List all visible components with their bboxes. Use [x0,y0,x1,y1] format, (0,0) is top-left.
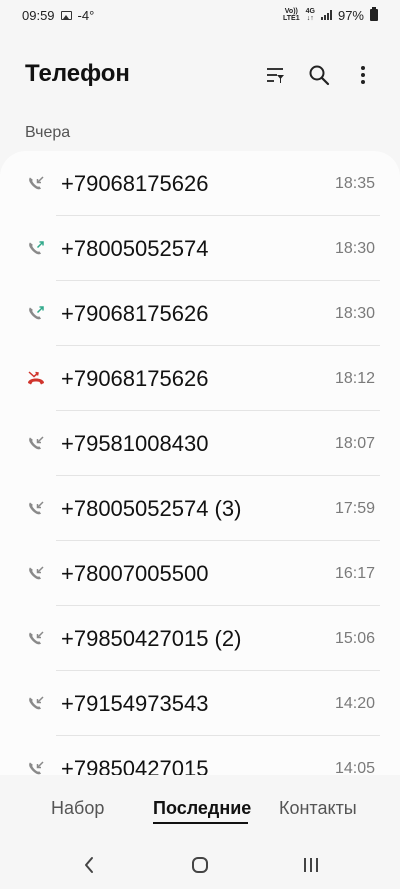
recent-apps-icon-glyph [304,858,318,872]
lte-label: LTE1 [283,15,300,22]
call-log-row[interactable]: +78005052574 (3) 17:59 [0,476,400,541]
call-number: +78007005500 [61,560,209,586]
incoming-call-icon [26,759,46,776]
call-log-row[interactable]: +78007005500 16:17 [0,541,400,606]
call-log-row[interactable]: +78005052574 18:30 [0,216,400,281]
call-time: 18:12 [334,369,375,387]
call-log-row[interactable]: +79068175626 18:12 [0,346,400,411]
outgoing-call-icon [26,239,46,259]
call-number: +79068175626 [61,365,209,391]
header-actions [262,62,376,88]
volte-indicator: Vo)) LTE1 [283,8,300,22]
home-icon[interactable] [185,852,215,878]
status-bar: 09:59 -4° Vo)) LTE1 4G ↓↑ 97% [0,0,400,30]
incoming-call-icon [26,629,46,649]
call-number: +79850427015 (2) [61,625,242,651]
incoming-call-icon [26,174,46,194]
more-icon[interactable] [350,62,376,88]
call-time: 18:30 [334,239,375,257]
call-log-row[interactable]: +79068175626 18:35 [0,151,400,216]
status-temperature: -4° [77,7,95,23]
call-time: 17:59 [334,499,375,517]
filter-icon-glyph [267,68,284,83]
back-icon-glyph [85,857,93,873]
outgoing-call-icon [26,304,46,324]
call-log-list[interactable]: +79068175626 18:35 +78005052574 18:30 +79068… [0,151,400,775]
call-time: 14:05 [334,759,375,776]
call-number: +79154973543 [61,690,209,716]
more-icon-glyph [361,66,365,84]
gallery-notification-icon [60,10,72,20]
status-left: 09:59 -4° [22,8,94,23]
call-time: 18:35 [334,174,375,192]
volte-label: Vo)) [284,8,298,15]
call-time: 15:06 [334,629,375,647]
active-tab-indicator [153,822,248,824]
incoming-call-icon [26,564,46,584]
tab-recents[interactable]: Последние [153,798,251,819]
tab-dialer[interactable]: Набор [51,798,104,819]
call-log-row[interactable]: +79850427015 (2) 15:06 [0,606,400,671]
home-icon-glyph [192,857,208,873]
recent-apps-icon[interactable] [296,852,326,878]
call-number: +79850427015 [61,755,209,776]
missed-call-icon [26,369,46,389]
battery-icon [370,7,378,21]
battery-percent: 97% [337,7,364,23]
call-time: 16:17 [334,564,375,582]
call-number: +78005052574 (3) [61,495,242,521]
call-time: 14:20 [334,694,375,712]
call-number: +79581008430 [61,430,209,456]
call-number: +79068175626 [61,170,209,196]
call-time: 18:30 [334,304,375,322]
system-nav-bar [0,840,400,889]
filter-icon[interactable] [262,62,288,88]
network-label: 4G [305,8,315,15]
tab-contacts[interactable]: Контакты [279,798,357,819]
call-number: +78005052574 [61,235,209,261]
incoming-call-icon [26,499,46,519]
call-log-row[interactable]: +79581008430 18:07 [0,411,400,476]
search-icon-glyph [309,65,330,86]
search-icon[interactable] [306,62,332,88]
section-label-yesterday: Вчера [25,124,71,141]
back-icon[interactable] [74,852,104,878]
incoming-call-icon [26,694,46,714]
page-title: Телефон [25,60,130,87]
call-log-row[interactable]: +79154973543 14:20 [0,671,400,736]
call-number: +79068175626 [61,300,209,326]
call-log-row[interactable]: +79068175626 18:30 [0,281,400,346]
call-time: 18:07 [334,434,375,452]
status-time: 09:59 [22,7,55,23]
network-type: 4G ↓↑ [305,8,315,22]
incoming-call-icon [26,434,46,454]
signal-strength-icon [320,10,332,20]
status-right: Vo)) LTE1 4G ↓↑ 97% [283,7,378,23]
call-log-row[interactable]: +79850427015 14:05 [0,736,400,775]
